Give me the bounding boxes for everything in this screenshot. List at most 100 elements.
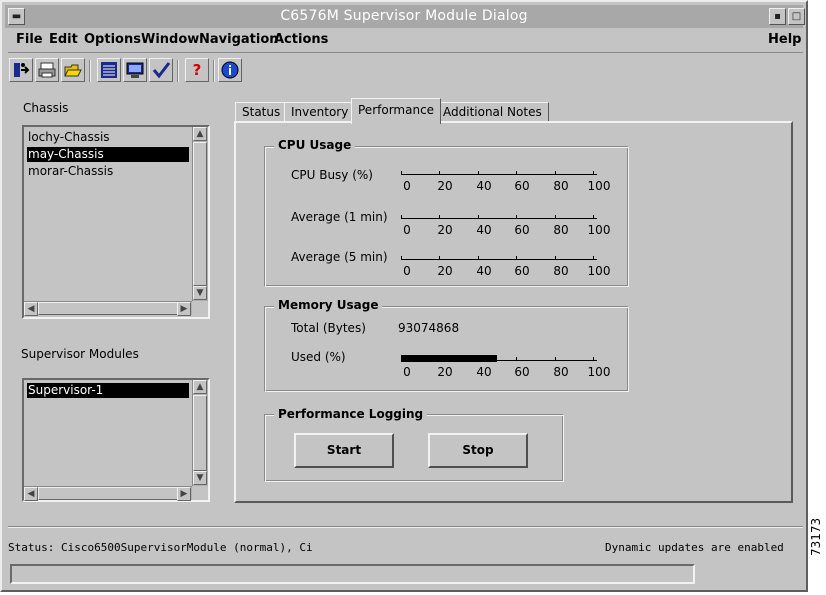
cpu-usage-title: CPU Usage — [274, 138, 356, 152]
memory-used-label: Used (%) — [291, 350, 346, 364]
gauge-tick — [593, 256, 594, 260]
maximize-button[interactable]: □ — [788, 8, 805, 25]
scroll-down-arrow-icon[interactable]: ▼ — [193, 471, 207, 485]
scrollbar-thumb[interactable] — [193, 142, 207, 286]
gauge-tick — [401, 171, 402, 175]
gauge-tick-label: 100 — [587, 179, 611, 193]
tab-status[interactable]: Status — [235, 102, 288, 122]
gauge-tick — [555, 171, 556, 175]
gauge-tick — [516, 171, 517, 175]
chassis-horizontal-scrollbar[interactable]: ◀ ▶ — [24, 301, 192, 316]
gauge-tick — [516, 256, 517, 260]
memory-usage-title: Memory Usage — [274, 298, 383, 312]
gauge-tick-label: 100 — [587, 365, 611, 379]
performance-logging-title: Performance Logging — [274, 407, 428, 421]
cpu-average-5min-gauge: 0 20 40 60 80 100 — [401, 256, 610, 278]
gauge-axis-line — [401, 174, 597, 175]
tab-inventory[interactable]: Inventory — [284, 102, 356, 122]
list-view-icon — [101, 62, 117, 78]
status-message-field — [10, 564, 695, 584]
print-icon — [38, 62, 56, 78]
menu-window[interactable]: Window — [141, 32, 199, 47]
scroll-up-arrow-icon[interactable]: ▲ — [193, 127, 207, 141]
tab-additional-notes[interactable]: Additional Notes — [436, 102, 549, 122]
scroll-down-arrow-icon[interactable]: ▼ — [193, 286, 207, 300]
menu-options[interactable]: Options — [84, 32, 141, 47]
cpu-average-5min-label: Average (5 min) — [291, 250, 388, 264]
cpu-average-1min-gauge: 0 20 40 60 80 100 — [401, 215, 610, 237]
scroll-left-arrow-icon[interactable]: ◀ — [24, 302, 38, 316]
menu-edit[interactable]: Edit — [49, 32, 78, 47]
tab-performance[interactable]: Performance — [351, 98, 442, 124]
gauge-tick — [401, 256, 402, 260]
gauge-tick-label: 80 — [553, 264, 569, 278]
info-icon — [221, 61, 239, 79]
scroll-right-arrow-icon[interactable]: ▶ — [177, 302, 191, 316]
stop-logging-button[interactable]: Stop — [428, 433, 528, 468]
supervisor-vertical-scrollbar[interactable]: ▲ ▼ — [192, 380, 208, 486]
gauge-tick-label: 60 — [514, 223, 530, 237]
maximize-icon: □ — [791, 11, 802, 22]
menu-actions[interactable]: Actions — [274, 32, 328, 47]
scroll-right-arrow-icon[interactable]: ▶ — [177, 487, 191, 501]
gauge-tick — [439, 215, 440, 219]
monitor-button[interactable] — [123, 58, 147, 82]
gauge-tick — [401, 357, 402, 361]
print-button[interactable] — [35, 58, 59, 82]
question-help-icon: ? — [192, 61, 202, 79]
menu-help[interactable]: Help — [768, 32, 801, 47]
open-button[interactable] — [61, 58, 85, 82]
supervisor-item[interactable]: Supervisor-1 — [27, 383, 189, 398]
exit-button[interactable] — [9, 58, 33, 82]
menu-file[interactable]: File — [16, 32, 43, 47]
memory-total-label: Total (Bytes) — [291, 321, 366, 335]
chassis-item-may[interactable]: may-Chassis — [27, 147, 189, 162]
list-view-button[interactable] — [97, 58, 121, 82]
help-button[interactable]: ? — [185, 58, 209, 82]
gauge-tick — [593, 357, 594, 361]
monitor-icon — [126, 62, 144, 78]
checkmark-icon — [152, 62, 171, 79]
chassis-list[interactable]: lochy-Chassis may-Chassis morar-Chassis … — [22, 125, 210, 319]
status-separator — [8, 526, 803, 528]
menu-navigation[interactable]: Navigation — [199, 32, 279, 47]
toolbar-separator — [213, 60, 215, 82]
gauge-tick-label: 40 — [476, 223, 492, 237]
status-text: Status: Cisco6500SupervisorModule (norma… — [8, 541, 313, 554]
menu-bar: File Edit Options Window Navigation Acti… — [8, 29, 803, 53]
scrollbar-thumb[interactable] — [38, 487, 178, 500]
gauge-tick-label: 100 — [587, 223, 611, 237]
gauge-tick — [555, 256, 556, 260]
gauge-tick-label: 20 — [437, 179, 453, 193]
cpu-busy-gauge: 0 20 40 60 80 100 — [401, 171, 610, 193]
supervisor-modules-list[interactable]: Supervisor-1 ▲ ▼ ◀ ▶ — [22, 378, 210, 502]
minimize-button[interactable]: ▪ — [769, 8, 786, 25]
gauge-tick — [439, 357, 440, 361]
gauge-fill-bar — [401, 355, 497, 362]
chassis-vertical-scrollbar[interactable]: ▲ ▼ — [192, 127, 208, 301]
figure-id: 73173 — [809, 517, 823, 556]
gauge-tick-label: 80 — [553, 365, 569, 379]
info-button[interactable] — [218, 58, 242, 82]
scroll-up-arrow-icon[interactable]: ▲ — [193, 380, 207, 394]
chassis-item-lochy[interactable]: lochy-Chassis — [27, 130, 189, 145]
gauge-tick-label: 40 — [476, 365, 492, 379]
supervisor-horizontal-scrollbar[interactable]: ◀ ▶ — [24, 486, 192, 501]
verify-button[interactable] — [149, 58, 173, 82]
supervisor-module-window: ▬ C6576M Supervisor Module Dialog ▪ □ Fi… — [0, 0, 808, 592]
gauge-tick-label: 20 — [437, 264, 453, 278]
gauge-tick-label: 0 — [403, 223, 411, 237]
gauge-tick-label: 60 — [514, 365, 530, 379]
gauge-tick — [401, 215, 402, 219]
start-logging-button[interactable]: Start — [294, 433, 394, 468]
gauge-tick-label: 80 — [553, 179, 569, 193]
gauge-axis-line — [401, 259, 597, 260]
gauge-tick — [439, 256, 440, 260]
scrollbar-thumb[interactable] — [193, 395, 207, 471]
scroll-left-arrow-icon[interactable]: ◀ — [24, 487, 38, 501]
gauge-tick-label: 0 — [403, 264, 411, 278]
chassis-item-morar[interactable]: morar-Chassis — [27, 164, 189, 179]
scrollbar-thumb[interactable] — [38, 302, 178, 315]
open-folder-icon — [64, 64, 82, 77]
title-bar[interactable]: ▬ C6576M Supervisor Module Dialog ▪ □ — [5, 5, 805, 28]
